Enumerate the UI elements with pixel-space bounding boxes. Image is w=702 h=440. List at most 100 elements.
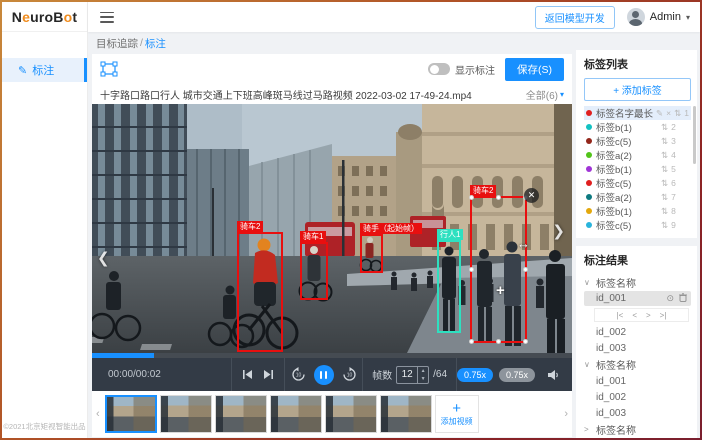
sort-icon[interactable]: ⇅ <box>661 122 668 133</box>
last-frame-icon[interactable]: >| <box>660 311 667 320</box>
resize-handle[interactable] <box>469 195 474 200</box>
sort-icon[interactable]: ⇅ <box>661 192 668 203</box>
video-thumbnail-1[interactable] <box>105 395 157 433</box>
resize-handle[interactable] <box>496 339 501 344</box>
hotkey-badge: 9 <box>671 220 676 230</box>
draw-rect-tool-icon[interactable] <box>100 61 118 77</box>
prev-frame-button[interactable] <box>242 369 253 380</box>
sort-icon[interactable]: ⇅ <box>661 178 668 189</box>
bbox-rider2[interactable]: 骑车2 <box>237 232 283 352</box>
bbox-rider2-selected[interactable]: 骑车2 <box>470 196 527 343</box>
sort-icon[interactable]: ⇅ <box>674 108 681 119</box>
label-row[interactable]: 标签a(2) ⇅ 4 <box>584 148 691 162</box>
strip-scroll-left-icon[interactable]: ‹ <box>94 408 102 420</box>
result-group-header-collapsed[interactable]: > 标签名称 <box>584 421 691 438</box>
bbox-rider-startframe[interactable]: 骑手（起始帧） <box>360 234 383 273</box>
label-row[interactable]: 标签c(5) ⇅ 3 <box>584 134 691 148</box>
pause-button[interactable] <box>314 365 334 385</box>
time-display: 00:00/00:02 <box>92 358 231 391</box>
resize-handle[interactable] <box>469 339 474 344</box>
label-row[interactable]: 标签c(5) ⇅ 9 <box>584 218 691 232</box>
prev-frame-icon[interactable]: < <box>632 311 637 320</box>
bbox-label: 骑车1 <box>300 231 326 242</box>
result-item[interactable]: id_003 <box>584 405 691 421</box>
frame-spin-down-icon[interactable]: ▼ <box>418 375 428 383</box>
label-color-dot <box>586 194 592 200</box>
hotkey-badge: 8 <box>671 206 676 216</box>
result-item-selected[interactable]: id_001 ⊙ <box>584 291 691 306</box>
annotation-results-card: 标注结果 ∨ 标签名称 id_001 ⊙ |< <box>576 246 697 438</box>
speed-pill[interactable]: 0.75x <box>499 368 535 382</box>
frame-spin-up-icon[interactable]: ▲ <box>418 367 428 375</box>
show-annotation-toggle[interactable]: 显示标注 <box>428 62 495 77</box>
bbox-pedestrian1[interactable]: 行人1 <box>437 240 461 333</box>
save-button[interactable]: 保存(S) <box>505 58 564 81</box>
first-frame-icon[interactable]: |< <box>617 311 624 320</box>
video-progress-bar[interactable] <box>92 353 572 358</box>
label-list-card: 标签列表 + 添加标签 标签名字最长数... ✎ × ⇅ 1 标签b(1) ⇅ <box>576 50 697 238</box>
label-filter-dropdown[interactable]: 全部(6) ▾ <box>526 87 564 102</box>
sort-icon[interactable]: ⇅ <box>661 136 668 147</box>
menu-collapse-icon[interactable] <box>100 12 114 23</box>
label-row[interactable]: 标签名字最长数... ✎ × ⇅ 1 <box>584 106 691 120</box>
caret-down-icon: ∨ <box>584 278 592 287</box>
annotation-card: 显示标注 保存(S) 十字路口路口行人 城市交通上下班高峰斑马线过马路视频 20… <box>92 54 572 437</box>
sort-icon[interactable]: ⇅ <box>661 206 668 217</box>
label-row[interactable]: 标签b(1) ⇅ 8 <box>584 204 691 218</box>
sidebar-item-annotate[interactable]: ✎ 标注 <box>2 58 87 82</box>
result-group-header[interactable]: ∨ 标签名称 <box>584 356 691 373</box>
caret-right-icon: > <box>584 425 592 434</box>
next-frame-chevron-icon[interactable]: ❯ <box>552 222 565 240</box>
result-item[interactable]: id_003 <box>584 340 691 356</box>
svg-text:10: 10 <box>346 373 352 379</box>
label-row[interactable]: 标签b(1) ⇅ 2 <box>584 120 691 134</box>
add-video-button[interactable]: + 添加视频 <box>435 395 479 433</box>
video-thumbnail-4[interactable] <box>270 395 322 433</box>
result-item[interactable]: id_002 <box>584 324 691 340</box>
sort-icon[interactable]: ⇅ <box>661 164 668 175</box>
sort-icon[interactable]: ⇅ <box>661 220 668 231</box>
resize-handle[interactable] <box>523 339 528 344</box>
delete-icon[interactable]: × <box>666 108 671 118</box>
breadcrumb-parent[interactable]: 目标追踪 <box>96 36 138 51</box>
frame-number-input[interactable] <box>397 367 417 383</box>
label-name: 标签c(5) <box>596 218 658 232</box>
resize-handle[interactable] <box>469 267 474 272</box>
next-frame-button[interactable] <box>263 369 274 380</box>
trash-icon[interactable] <box>679 293 687 304</box>
box-delete-icon[interactable]: ✕ <box>524 188 539 203</box>
prev-frame-chevron-icon[interactable]: ❮ <box>97 249 110 267</box>
edit-icon[interactable]: ✎ <box>656 108 663 119</box>
result-item[interactable]: id_002 <box>584 389 691 405</box>
filter-value: 全部(6) <box>526 87 558 102</box>
logo-part: o <box>64 9 73 25</box>
locate-icon[interactable]: ⊙ <box>666 293 674 304</box>
result-item[interactable]: id_001 <box>584 373 691 389</box>
bbox-rider1[interactable]: 骑车1 <box>300 242 328 300</box>
video-thumbnail-3[interactable] <box>215 395 267 433</box>
add-label-button[interactable]: + 添加标签 <box>584 78 691 101</box>
sort-icon[interactable]: ⇅ <box>661 150 668 161</box>
label-name: 标签b(1) <box>596 120 658 134</box>
resize-handle[interactable] <box>523 267 528 272</box>
toggle-switch[interactable] <box>428 63 450 75</box>
label-row[interactable]: 标签b(1) ⇅ 5 <box>584 162 691 176</box>
rewind-10-button[interactable]: 10 <box>291 367 306 382</box>
back-to-model-dev-button[interactable]: 返回模型开发 <box>535 6 615 29</box>
forward-10-button[interactable]: 10 <box>342 367 357 382</box>
video-thumbnail-6[interactable] <box>380 395 432 433</box>
user-menu[interactable]: Admin ▾ <box>627 8 690 26</box>
speed-pill-active[interactable]: 0.75x <box>457 368 493 382</box>
next-frame-icon[interactable]: > <box>646 311 651 320</box>
scrollbar-thumb[interactable] <box>693 106 696 164</box>
resize-handle[interactable] <box>496 195 501 200</box>
result-group-header[interactable]: ∨ 标签名称 <box>584 274 691 291</box>
logo-part: t <box>72 9 77 25</box>
label-row[interactable]: 标签c(5) ⇅ 6 <box>584 176 691 190</box>
label-row[interactable]: 标签a(2) ⇅ 7 <box>584 190 691 204</box>
strip-scroll-right-icon[interactable]: › <box>562 408 570 420</box>
video-thumbnail-5[interactable] <box>325 395 377 433</box>
volume-icon[interactable] <box>547 369 560 381</box>
video-canvas[interactable]: 骑车2 骑车1 骑手（起始帧） 行人1 骑车2 <box>92 104 572 353</box>
video-thumbnail-2[interactable] <box>160 395 212 433</box>
